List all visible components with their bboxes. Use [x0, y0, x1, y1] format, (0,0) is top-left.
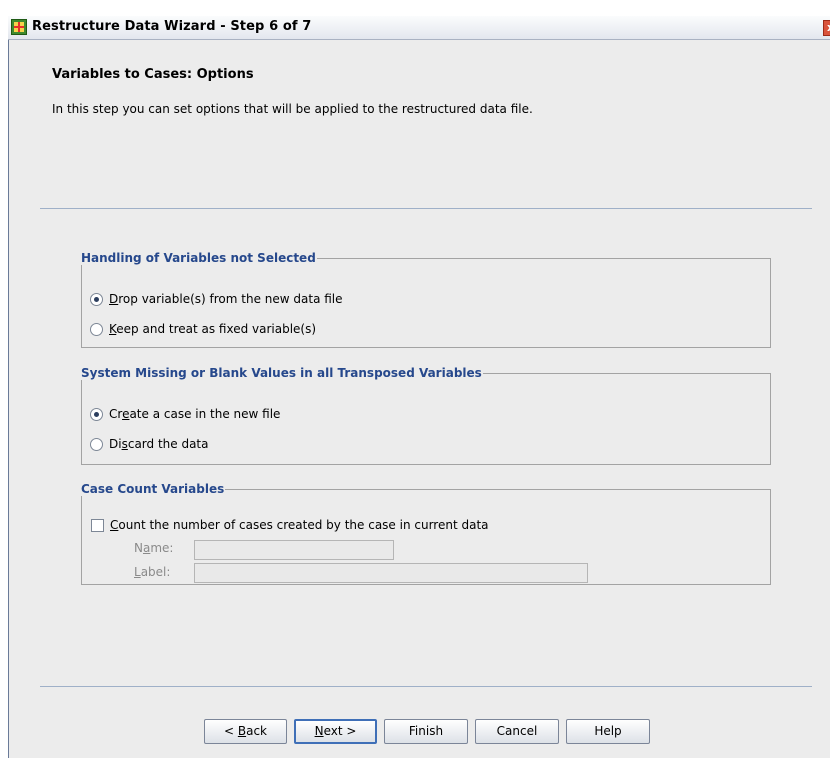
finish-button[interactable]: Finish	[384, 719, 468, 744]
label-field[interactable]	[194, 563, 588, 583]
group-legend: Case Count Variables	[81, 482, 225, 496]
radio-button[interactable]	[90, 407, 103, 421]
unselected-variables-group: Handling of Variables not Selected Drop …	[81, 251, 771, 348]
checkbox[interactable]	[91, 518, 104, 532]
back-button[interactable]: < Back	[204, 719, 287, 744]
checkbox-label: Count the number of cases created by the…	[110, 518, 489, 532]
count-cases-checkbox[interactable]: Count the number of cases created by the…	[91, 518, 489, 532]
group-legend: System Missing or Blank Values in all Tr…	[81, 366, 482, 380]
label-field-label: Label:	[134, 565, 171, 579]
name-field-label: Name:	[134, 541, 174, 555]
radio-label: Discard the data	[109, 437, 209, 451]
app-icon	[11, 19, 27, 35]
radio-button[interactable]	[90, 322, 103, 336]
keep-fixed-radio[interactable]: Keep and treat as fixed variable(s)	[90, 322, 316, 336]
create-case-radio[interactable]: Create a case in the new file	[90, 407, 280, 421]
radio-button[interactable]	[90, 437, 103, 451]
drop-variables-radio[interactable]: Drop variable(s) from the new data file	[90, 292, 343, 306]
cancel-button[interactable]: Cancel	[475, 719, 559, 744]
discard-data-radio[interactable]: Discard the data	[90, 437, 209, 451]
page-description: In this step you can set options that wi…	[52, 102, 533, 116]
radio-label: Create a case in the new file	[109, 407, 281, 421]
page-heading: Variables to Cases: Options	[52, 67, 254, 82]
top-separator	[40, 208, 812, 209]
close-button[interactable]: x	[823, 20, 830, 36]
bottom-separator	[40, 686, 812, 687]
missing-values-group: System Missing or Blank Values in all Tr…	[81, 366, 771, 465]
next-button[interactable]: Next >	[294, 719, 377, 744]
radio-label: Keep and treat as fixed variable(s)	[109, 322, 317, 336]
case-count-group: Case Count Variables Count the number of…	[81, 482, 771, 585]
title-bar[interactable]: Restructure Data Wizard - Step 6 of 7 x	[8, 16, 830, 40]
window-title: Restructure Data Wizard - Step 6 of 7	[32, 19, 312, 34]
group-legend: Handling of Variables not Selected	[81, 251, 316, 265]
help-button[interactable]: Help	[566, 719, 650, 744]
name-field[interactable]	[194, 540, 394, 560]
radio-button[interactable]	[90, 292, 103, 306]
radio-label: Drop variable(s) from the new data file	[109, 292, 343, 306]
